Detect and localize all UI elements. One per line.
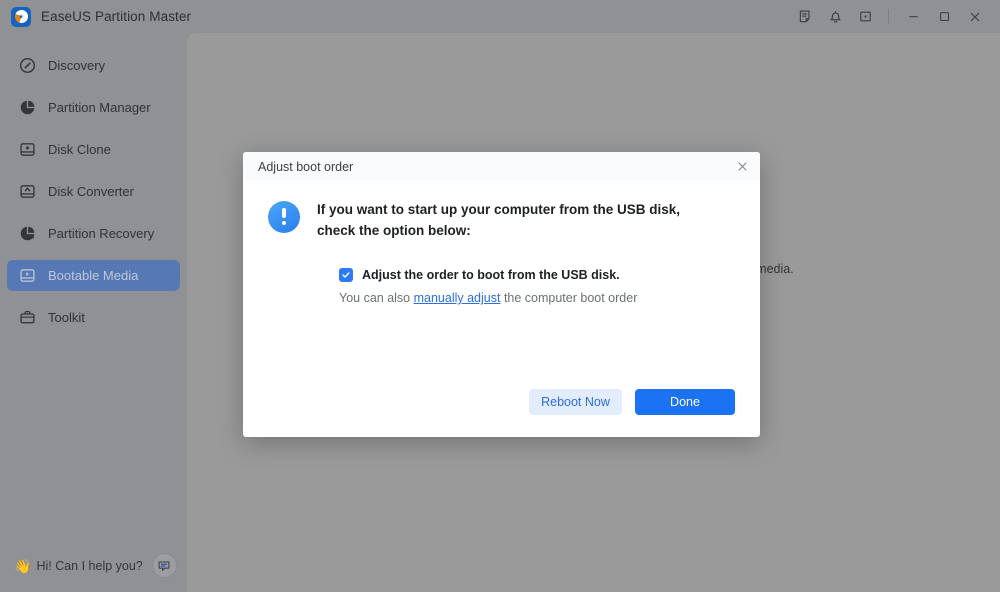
dialog-title: Adjust boot order bbox=[258, 159, 354, 174]
info-exclamation-icon bbox=[268, 201, 300, 233]
manual-adjust-hint: You can also manually adjust the compute… bbox=[339, 291, 738, 305]
app-title: EaseUS Partition Master bbox=[41, 9, 192, 24]
title-bar: EaseUS Partition Master bbox=[0, 0, 1000, 33]
compass-icon bbox=[18, 57, 36, 75]
sidebar-item-label: Disk Converter bbox=[48, 184, 134, 199]
dialog-message-row: If you want to start up your computer fr… bbox=[268, 200, 738, 241]
bootable-disk-icon bbox=[18, 267, 36, 285]
pie-chart-icon bbox=[18, 99, 36, 117]
dialog-body: If you want to start up your computer fr… bbox=[243, 181, 760, 305]
hint-suffix: the computer boot order bbox=[500, 291, 638, 306]
application-window: EaseUS Partition Master Discovery Partit… bbox=[0, 0, 1000, 592]
sidebar-item-partition-manager[interactable]: Partition Manager bbox=[7, 92, 180, 123]
sidebar-item-disk-converter[interactable]: Disk Converter bbox=[7, 176, 180, 207]
chat-bubble-icon[interactable] bbox=[151, 553, 177, 578]
adjust-order-checkbox[interactable] bbox=[339, 268, 353, 283]
close-button[interactable] bbox=[960, 0, 990, 33]
disk-convert-icon bbox=[18, 183, 36, 201]
sidebar-item-bootable-media[interactable]: Bootable Media bbox=[7, 260, 180, 291]
sidebar-nav: Discovery Partition Manager Disk Clone D… bbox=[0, 33, 187, 333]
sidebar-item-label: Toolkit bbox=[48, 310, 85, 325]
done-button[interactable]: Done bbox=[635, 389, 735, 415]
waving-hand-icon: 👋 bbox=[14, 557, 32, 574]
reboot-now-button[interactable]: Reboot Now bbox=[529, 389, 622, 415]
minimize-button[interactable] bbox=[898, 0, 928, 33]
dialog-footer: Reboot Now Done bbox=[529, 389, 735, 415]
bell-icon[interactable] bbox=[820, 0, 850, 33]
help-text: Hi! Can I help you? bbox=[36, 558, 143, 573]
help-widget: 👋 Hi! Can I help you? bbox=[14, 553, 177, 578]
easeus-logo-icon bbox=[11, 6, 31, 27]
sidebar: Discovery Partition Manager Disk Clone D… bbox=[0, 33, 187, 592]
dialog-header: Adjust boot order bbox=[243, 152, 760, 181]
window-controls bbox=[790, 0, 1000, 33]
disk-plus-icon bbox=[18, 141, 36, 159]
sidebar-item-label: Discovery bbox=[48, 58, 106, 73]
maximize-button[interactable] bbox=[929, 0, 959, 33]
pie-recovery-icon bbox=[18, 225, 36, 243]
briefcase-icon bbox=[18, 309, 36, 327]
sidebar-item-label: Bootable Media bbox=[48, 268, 139, 283]
sidebar-item-toolkit[interactable]: Toolkit bbox=[7, 302, 180, 333]
adjust-order-checkbox-label: Adjust the order to boot from the USB di… bbox=[362, 268, 620, 283]
sidebar-item-label: Disk Clone bbox=[48, 142, 111, 157]
feedback-note-icon[interactable] bbox=[790, 0, 820, 33]
toolbar-divider bbox=[888, 9, 889, 24]
dialog-headline: If you want to start up your computer fr… bbox=[317, 202, 681, 238]
hint-prefix: You can also bbox=[339, 291, 414, 306]
square-dot-icon[interactable] bbox=[850, 0, 880, 33]
sidebar-item-partition-recovery[interactable]: Partition Recovery bbox=[7, 218, 180, 249]
sidebar-item-discovery[interactable]: Discovery bbox=[7, 50, 180, 81]
adjust-order-checkbox-row[interactable]: Adjust the order to boot from the USB di… bbox=[339, 268, 738, 283]
manually-adjust-link[interactable]: manually adjust bbox=[414, 291, 501, 305]
close-icon[interactable] bbox=[730, 155, 754, 178]
adjust-boot-order-dialog: Adjust boot order If you want to start u… bbox=[243, 152, 760, 437]
sidebar-item-label: Partition Manager bbox=[48, 100, 151, 115]
sidebar-item-label: Partition Recovery bbox=[48, 226, 155, 241]
sidebar-item-disk-clone[interactable]: Disk Clone bbox=[7, 134, 180, 165]
